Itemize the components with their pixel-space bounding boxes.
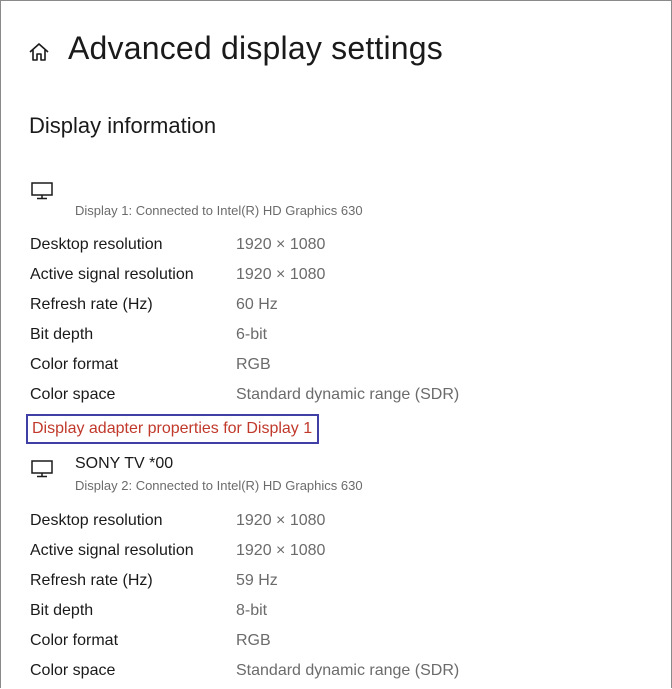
page-header: Advanced display settings xyxy=(28,30,443,67)
info-label: Bit depth xyxy=(30,602,94,619)
info-value: RGB xyxy=(236,632,271,649)
info-row: Bit depth 6-bit xyxy=(30,320,459,350)
display-adapter-properties-link[interactable]: Display adapter properties for Display 1 xyxy=(26,414,320,444)
monitor-icon xyxy=(31,460,53,478)
info-value: 1920 × 1080 xyxy=(236,542,326,559)
info-value: 1920 × 1080 xyxy=(236,266,326,283)
info-row: Color space Standard dynamic range (SDR) xyxy=(30,656,459,686)
info-value: 1920 × 1080 xyxy=(236,512,326,529)
info-label: Desktop resolution xyxy=(30,236,163,253)
info-row: Active signal resolution 1920 × 1080 xyxy=(30,260,459,290)
monitor-icon xyxy=(31,182,53,200)
info-label: Color space xyxy=(30,386,116,403)
info-label: Active signal resolution xyxy=(30,542,194,559)
info-label: Desktop resolution xyxy=(30,512,163,529)
info-value: 60 Hz xyxy=(236,296,278,313)
info-label: Active signal resolution xyxy=(30,266,194,283)
info-row: Desktop resolution 1920 × 1080 xyxy=(30,230,459,260)
display-2-name: SONY TV *00 xyxy=(75,455,174,472)
info-value: 1920 × 1080 xyxy=(236,236,326,253)
home-icon[interactable] xyxy=(28,41,50,63)
info-value: 59 Hz xyxy=(236,572,278,589)
section-title: Display information xyxy=(29,113,217,138)
info-value: Standard dynamic range (SDR) xyxy=(236,662,460,679)
info-label: Color format xyxy=(30,356,119,373)
info-value: 6-bit xyxy=(236,326,268,343)
info-row: Color format RGB xyxy=(30,350,459,380)
info-label: Refresh rate (Hz) xyxy=(30,572,153,589)
info-row: Desktop resolution 1920 × 1080 xyxy=(30,506,459,536)
info-row: Refresh rate (Hz) 59 Hz xyxy=(30,566,459,596)
info-row: Color format RGB xyxy=(30,626,459,656)
info-row: Bit depth 8-bit xyxy=(30,596,459,626)
info-value: RGB xyxy=(236,356,271,373)
info-value: 8-bit xyxy=(236,602,268,619)
info-label: Color format xyxy=(30,632,119,649)
display-2-subtitle: Display 2: Connected to Intel(R) HD Grap… xyxy=(75,478,363,493)
display-1-subtitle: Display 1: Connected to Intel(R) HD Grap… xyxy=(75,203,363,218)
info-row: Refresh rate (Hz) 60 Hz xyxy=(30,290,459,320)
display-1-info-table: Desktop resolution 1920 × 1080 Active si… xyxy=(30,230,459,410)
page-title: Advanced display settings xyxy=(68,30,443,66)
info-label: Refresh rate (Hz) xyxy=(30,296,153,313)
info-label: Bit depth xyxy=(30,326,94,343)
info-row: Active signal resolution 1920 × 1080 xyxy=(30,536,459,566)
info-row: Color space Standard dynamic range (SDR) xyxy=(30,380,459,410)
display-2-info-table: Desktop resolution 1920 × 1080 Active si… xyxy=(30,506,459,686)
info-value: Standard dynamic range (SDR) xyxy=(236,386,460,403)
info-label: Color space xyxy=(30,662,116,679)
